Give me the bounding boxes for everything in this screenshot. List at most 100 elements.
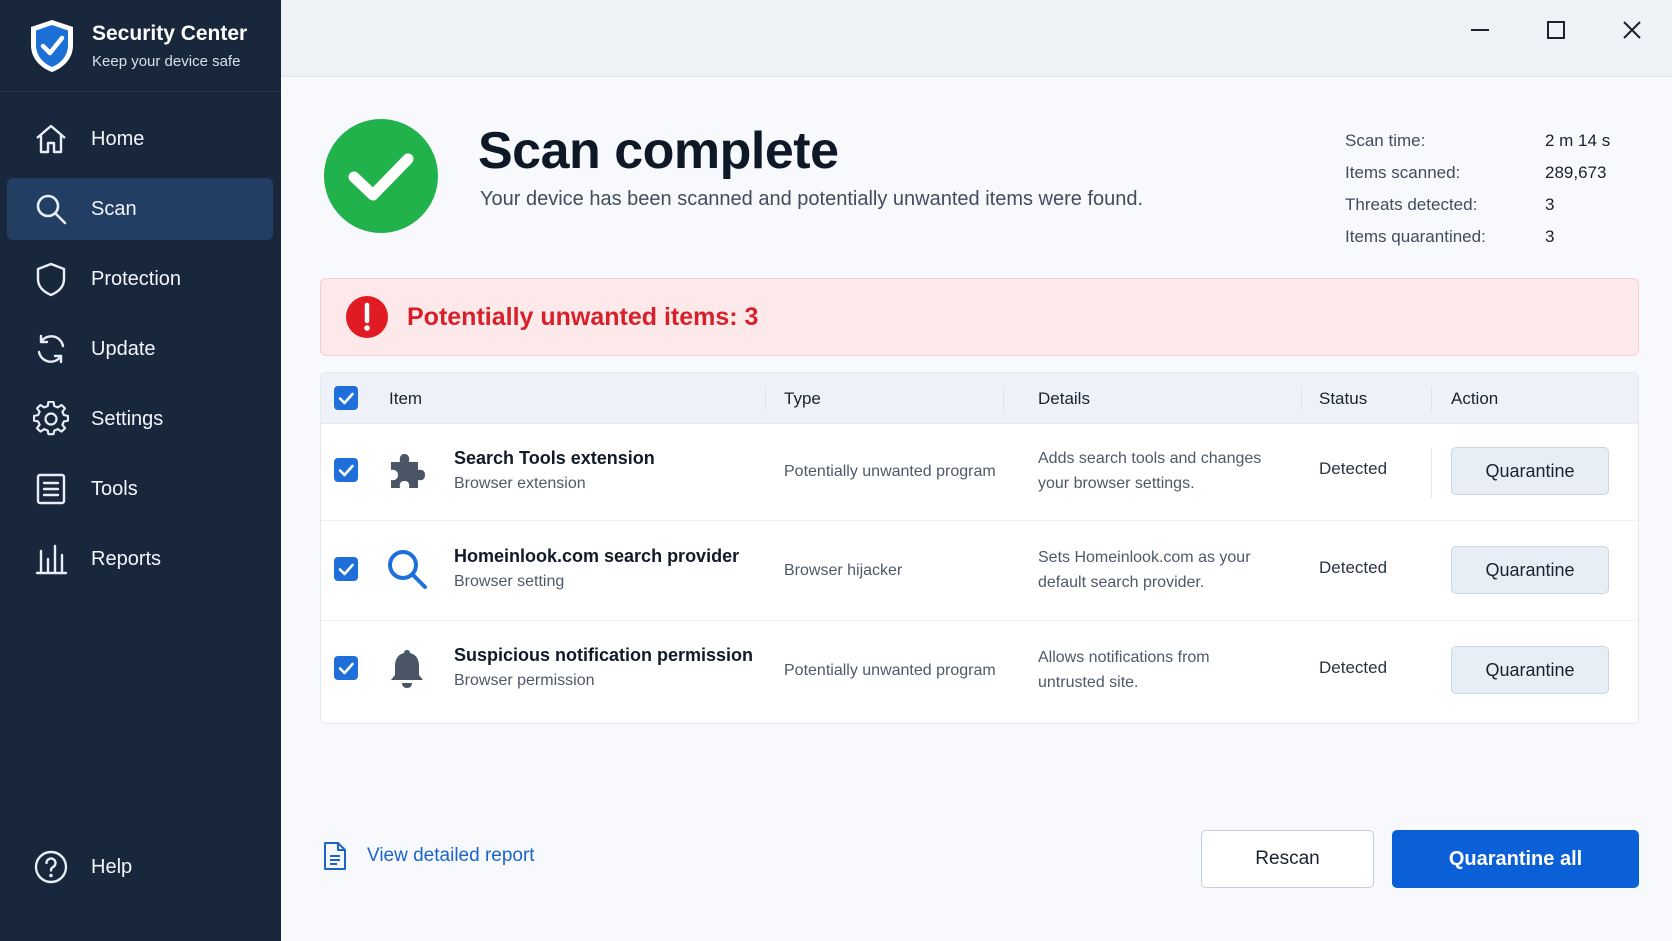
sidebar-item-label: Settings: [91, 407, 164, 430]
refresh-icon: [37, 334, 65, 364]
brand: Security Center Keep your device safe: [0, 0, 281, 92]
bell-icon: [391, 650, 423, 688]
table-row: Homeinlook.com search provider Browser s…: [321, 521, 1638, 621]
column-divider: [1003, 387, 1004, 411]
alert-banner: Potentially unwanted items: 3: [320, 278, 1639, 356]
view-report-link[interactable]: View detailed report: [321, 841, 535, 871]
column-header-item: Item: [389, 388, 423, 408]
checkmark-icon: [338, 464, 354, 477]
column-divider: [1301, 387, 1302, 411]
stat-label: Scan time:: [1345, 131, 1426, 150]
item-details: Adds search tools and changes your brows…: [1038, 450, 1262, 492]
column-divider: [1431, 387, 1432, 411]
app-subtitle: Keep your device safe: [92, 52, 241, 70]
main-content: Scan complete Your device has been scann…: [281, 77, 1672, 941]
window-titlebar: [281, 0, 1672, 77]
search-icon: [388, 550, 427, 589]
column-header-action: Action: [1451, 388, 1499, 408]
status-text: Detected: [1319, 658, 1388, 677]
exclamation-circle-icon: [346, 296, 388, 338]
quarantine-all-button[interactable]: Quarantine all: [1392, 830, 1639, 888]
minimize-icon[interactable]: [1464, 14, 1496, 46]
quarantine-button[interactable]: Quarantine: [1451, 447, 1609, 495]
sidebar-item-update[interactable]: Update: [7, 318, 273, 380]
item-subtitle: Browser setting: [454, 573, 565, 590]
home-icon: [36, 124, 66, 154]
status-text: Detected: [1319, 558, 1388, 577]
sidebar: Security Center Keep your device safe Ho…: [0, 0, 281, 941]
column-header-status: Status: [1319, 388, 1368, 408]
shield-icon: [36, 262, 66, 297]
sidebar-item-protection[interactable]: Protection: [7, 248, 273, 310]
maximize-icon[interactable]: [1540, 14, 1572, 46]
sidebar-item-label: Scan: [91, 197, 137, 220]
stat-label: Threats detected:: [1345, 195, 1478, 214]
column-divider: [1431, 448, 1432, 498]
stat-value: 289,673: [1545, 163, 1607, 182]
stat-label: Items scanned:: [1345, 163, 1461, 182]
item-subtitle: Browser extension: [454, 475, 586, 492]
help-icon: [34, 850, 68, 884]
alert-text: Potentially unwanted items: 3: [407, 302, 759, 331]
stat-threats-detected: Threats detected: 3: [1345, 189, 1635, 221]
item-subtitle: Browser permission: [454, 672, 595, 689]
checkmark-icon: [338, 392, 354, 405]
page-subtitle: Your device has been scanned and potenti…: [480, 188, 1144, 210]
view-report-label: View detailed report: [367, 845, 535, 866]
sidebar-item-home[interactable]: Home: [7, 108, 273, 170]
stat-items-scanned: Items scanned: 289,673: [1345, 157, 1635, 189]
search-icon: [36, 194, 67, 225]
column-header-type: Type: [784, 388, 821, 408]
rescan-button[interactable]: Rescan: [1201, 830, 1374, 888]
stat-scan-time: Scan time: 2 m 14 s: [1345, 125, 1635, 157]
item-name: Suspicious notification permission: [454, 645, 754, 665]
column-header-details: Details: [1038, 388, 1090, 408]
sidebar-item-tools[interactable]: Tools: [7, 458, 273, 520]
page-title: Scan complete: [478, 122, 839, 180]
sidebar-item-label: Protection: [91, 267, 182, 290]
sidebar-item-settings[interactable]: Settings: [7, 388, 273, 450]
sidebar-nav: Home Scan Protection Update Settings Too…: [0, 108, 281, 590]
row-checkbox[interactable]: [334, 557, 358, 581]
item-type: Browser hijacker: [784, 562, 903, 579]
scan-stats: Scan time: 2 m 14 s Items scanned: 289,6…: [1345, 125, 1635, 253]
sidebar-item-label: Home: [91, 127, 145, 150]
sidebar-item-label: Reports: [91, 547, 162, 570]
select-all-checkbox[interactable]: [334, 386, 358, 410]
results-table: Item Type Details Status Action Search T…: [320, 372, 1639, 724]
table-row: Search Tools extension Browser extension…: [321, 424, 1638, 521]
stat-label: Items quarantined:: [1345, 227, 1486, 246]
check-circle-icon: [324, 119, 438, 233]
shield-check-logo-icon: [31, 19, 73, 72]
sidebar-item-label: Update: [91, 337, 156, 360]
sidebar-item-reports[interactable]: Reports: [7, 528, 273, 590]
close-icon[interactable]: [1616, 14, 1648, 46]
sidebar-item-label: Help: [91, 855, 133, 878]
stat-value: 3: [1545, 195, 1555, 214]
quarantine-button[interactable]: Quarantine: [1451, 546, 1609, 594]
gear-icon: [33, 401, 69, 436]
status-text: Detected: [1319, 459, 1388, 478]
row-checkbox[interactable]: [334, 458, 358, 482]
row-checkbox[interactable]: [334, 656, 358, 680]
column-divider: [765, 387, 766, 411]
sidebar-item-scan[interactable]: Scan: [7, 178, 273, 240]
stat-items-quarantined: Items quarantined: 3: [1345, 221, 1635, 253]
table-row: Suspicious notification permission Brows…: [321, 621, 1638, 721]
item-details: Allows notifications from untrusted site…: [1038, 649, 1210, 691]
item-name: Homeinlook.com search provider: [454, 546, 740, 566]
checkmark-icon: [338, 563, 354, 576]
table-header: Item Type Details Status Action: [321, 373, 1638, 424]
item-type: Potentially unwanted program: [784, 662, 996, 679]
stat-value: 2 m 14 s: [1545, 131, 1611, 150]
item-details: Sets Homeinlook.com as your default sear…: [1038, 549, 1251, 591]
sidebar-item-label: Tools: [91, 477, 138, 500]
item-name: Search Tools extension: [454, 448, 655, 468]
document-icon: [324, 842, 346, 870]
sidebar-item-help[interactable]: Help: [7, 836, 273, 898]
stat-value: 3: [1545, 227, 1555, 246]
list-icon: [36, 473, 66, 505]
app-title: Security Center: [92, 21, 248, 45]
bar-chart-icon: [35, 544, 68, 575]
quarantine-button[interactable]: Quarantine: [1451, 646, 1609, 694]
